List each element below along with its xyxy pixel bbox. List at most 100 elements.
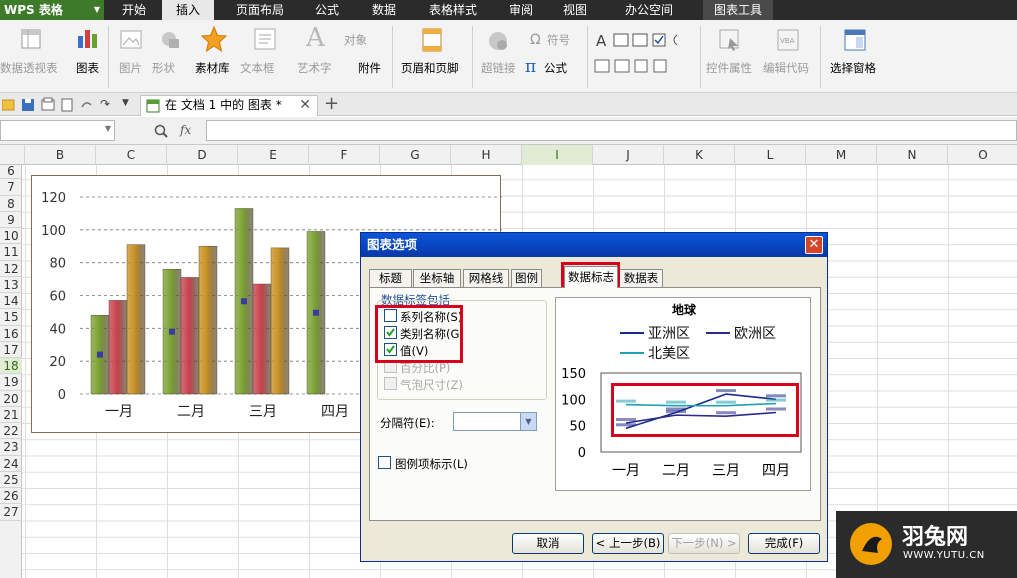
back-button[interactable]: < 上一步(B) <box>592 533 664 554</box>
quick-access-toolbar[interactable] <box>2 97 92 113</box>
column-header[interactable]: L <box>735 145 806 165</box>
chart-button[interactable]: 图表 <box>76 60 99 76</box>
form-controls-icons[interactable] <box>613 33 677 47</box>
bar[interactable] <box>270 247 290 395</box>
chevron-down-icon[interactable]: ▼ <box>122 98 129 108</box>
select-all-corner[interactable] <box>0 145 25 165</box>
menu-item[interactable]: 办公空间 <box>609 0 689 20</box>
dialog-tab[interactable]: 数据表 <box>619 269 663 288</box>
textbox-button[interactable]: 文本框 <box>240 60 275 76</box>
finish-button[interactable]: 完成(F) <box>748 533 820 554</box>
menu-item[interactable]: 插入 <box>162 0 214 20</box>
row-header[interactable]: 12 <box>0 261 22 277</box>
picture-icon <box>120 30 142 49</box>
redo-icon[interactable]: ↷ <box>100 97 110 111</box>
row-header[interactable]: 20 <box>0 391 22 407</box>
row-header[interactable]: 15 <box>0 309 22 326</box>
bar[interactable] <box>252 283 272 395</box>
cancel-button[interactable]: 取消 <box>512 533 584 554</box>
edit-code-button[interactable]: 编辑代码 <box>763 60 809 76</box>
row-header[interactable]: 10 <box>0 228 22 245</box>
row-header[interactable]: 6 <box>0 163 22 180</box>
dialog-tab[interactable]: 数据标志 <box>564 266 618 288</box>
dialog-tab[interactable]: 网格线 <box>463 269 509 288</box>
column-header[interactable]: D <box>167 145 238 165</box>
row-header[interactable]: 8 <box>0 196 22 212</box>
dialog-tab[interactable]: 坐标轴 <box>413 269 461 288</box>
column-header[interactable]: K <box>664 145 735 165</box>
bar[interactable] <box>198 246 218 395</box>
symbol-button[interactable]: 符号 <box>547 32 570 48</box>
chevron-down-icon[interactable]: ▼ <box>105 124 111 133</box>
hyperlink-button[interactable]: 超链接 <box>481 60 516 76</box>
dialog-close-button[interactable]: ✕ <box>805 236 823 254</box>
row-header[interactable]: 13 <box>0 277 22 293</box>
menu-item[interactable]: 公式 <box>302 0 352 20</box>
column-header[interactable]: O <box>948 145 1017 165</box>
attachment-button[interactable]: 附件 <box>358 60 381 76</box>
row-header[interactable]: 7 <box>0 179 22 196</box>
material-library-button[interactable]: 素材库 <box>195 60 230 76</box>
column-header[interactable]: E <box>238 145 309 165</box>
form-controls-row2-icons[interactable] <box>594 59 674 73</box>
menu-item[interactable]: 页面布局 <box>224 0 296 20</box>
shape-button[interactable]: 形状 <box>152 60 175 76</box>
picture-button[interactable]: 图片 <box>119 60 142 76</box>
row-header[interactable]: 9 <box>0 212 22 228</box>
selection-pane-button[interactable]: 选择窗格 <box>830 60 876 76</box>
zoom-search-icon[interactable] <box>154 124 168 138</box>
next-button[interactable]: 下一步(N) > <box>668 533 740 554</box>
app-menu-button[interactable]: WPS 表格 ▼ <box>0 0 104 20</box>
menu-item[interactable]: 审阅 <box>497 0 545 20</box>
column-header[interactable]: B <box>25 145 96 165</box>
formula-button[interactable]: 公式 <box>544 60 567 76</box>
row-header[interactable]: 22 <box>0 423 22 440</box>
column-header[interactable]: M <box>806 145 877 165</box>
column-header[interactable]: G <box>380 145 451 165</box>
menu-item[interactable]: 开始 <box>110 0 158 20</box>
new-tab-plus-icon[interactable]: + <box>324 93 339 114</box>
bar[interactable] <box>180 277 200 395</box>
menu-item[interactable]: 表格样式 <box>413 0 493 20</box>
bar[interactable] <box>108 300 128 395</box>
row-header[interactable]: 17 <box>0 342 22 358</box>
control-properties-button[interactable]: 控件属性 <box>706 60 752 76</box>
row-header[interactable]: 24 <box>0 456 22 472</box>
row-header[interactable]: 18 <box>0 358 22 375</box>
row-header[interactable]: 16 <box>0 326 22 342</box>
dialog-title-bar[interactable]: 图表选项 <box>361 233 827 257</box>
row-header[interactable]: 19 <box>0 374 22 391</box>
header-footer-button[interactable]: 页眉和页脚 <box>401 60 459 76</box>
wordart-button[interactable]: 艺术字 <box>297 60 332 76</box>
close-icon[interactable]: ✕ <box>299 96 311 115</box>
column-header[interactable]: N <box>877 145 948 165</box>
legend-key-checkbox[interactable] <box>378 456 391 469</box>
object-button[interactable]: 对象 <box>344 32 367 48</box>
separator-select[interactable]: ▼ <box>453 412 537 431</box>
dialog-tab[interactable]: 标题 <box>369 269 412 288</box>
bar[interactable] <box>126 244 146 395</box>
row-header[interactable]: 27 <box>0 504 22 521</box>
label-control-icon[interactable]: A <box>596 32 606 50</box>
tab-chart-document[interactable]: 在 文档 1 中的 图表 * ✕ <box>140 95 318 116</box>
row-header[interactable]: 23 <box>0 439 22 456</box>
column-header[interactable]: J <box>593 145 664 165</box>
column-header[interactable]: F <box>309 145 380 165</box>
row-header[interactable]: 26 <box>0 488 22 505</box>
name-box[interactable]: ▼ <box>0 120 115 141</box>
dialog-tab[interactable]: 图例 <box>511 269 542 288</box>
row-header[interactable]: 14 <box>0 293 22 310</box>
pivot-table-button[interactable]: 数据透视表 <box>0 60 58 76</box>
insert-function-icon[interactable]: fx <box>180 123 191 137</box>
row-header[interactable]: 21 <box>0 407 22 423</box>
menu-item[interactable]: 数据 <box>358 0 410 20</box>
chevron-down-icon[interactable]: ▼ <box>520 413 536 430</box>
menu-item[interactable]: 视图 <box>549 0 601 20</box>
row-header[interactable]: 11 <box>0 244 22 261</box>
column-header[interactable]: C <box>96 145 167 165</box>
menu-chart-tools[interactable]: 图表工具 <box>703 0 773 20</box>
column-header[interactable]: H <box>451 145 522 165</box>
formula-input[interactable] <box>206 120 1017 141</box>
row-header[interactable]: 25 <box>0 472 22 488</box>
column-header[interactable]: I <box>522 145 593 165</box>
